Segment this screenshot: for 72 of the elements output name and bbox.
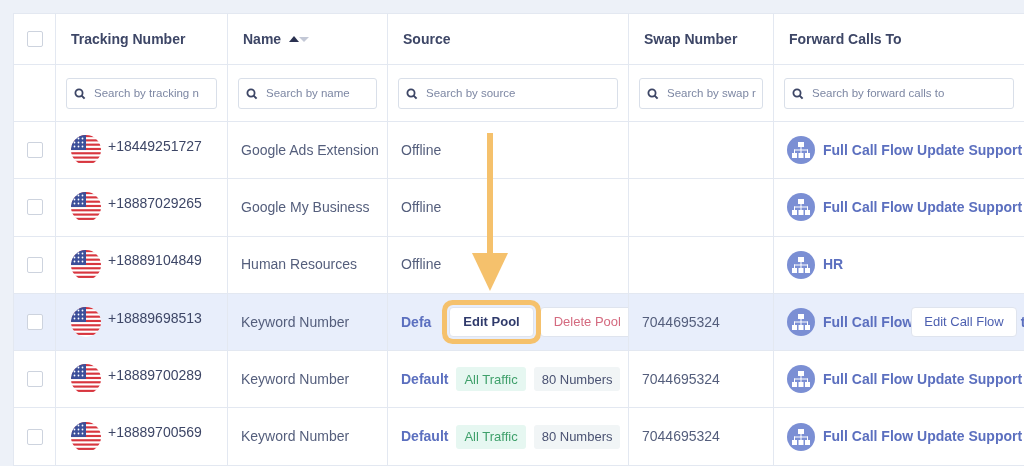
table-cell-text: Keyword Number xyxy=(241,427,350,447)
table-row[interactable]: +18887029265 Google My Business Offline Full Call Flow Update Support xyxy=(14,179,1024,237)
table-cell-text: +18889700569 xyxy=(108,423,202,443)
flowchart-icon xyxy=(787,250,815,279)
search-field[interactable]: Search by tracking n xyxy=(66,77,217,109)
table-cell-text: Human Resources xyxy=(241,255,357,275)
flowchart-icon xyxy=(787,365,815,394)
pool-link[interactable]: Defa xyxy=(401,311,432,333)
search-icon xyxy=(647,87,659,100)
call-flow-link[interactable]: HR xyxy=(823,254,844,276)
search-field[interactable]: Search by swap r xyxy=(639,77,763,109)
search-icon xyxy=(406,87,418,100)
table-row[interactable]: +18889700569 Keyword Number Default All Traffic 80 Numbers 7044695324 Full Call Flow Update Support xyxy=(14,408,1024,466)
table-cell-text: 7044695324 xyxy=(642,369,720,389)
search-field[interactable]: Search by source xyxy=(398,77,618,109)
table-row[interactable]: +18889700289 Keyword Number Default All Traffic 80 Numbers 7044695324 Full Call Flow Update Support xyxy=(14,351,1024,409)
column-header[interactable]: Forward Calls To xyxy=(789,28,902,50)
edit-call-flow-button[interactable]: Edit Call Flow xyxy=(911,307,1017,338)
table-row[interactable]: +18449251727 Google Ads Extension Offline Full Call Flow Update Support xyxy=(14,122,1024,180)
table-cell-text: +18889700289 xyxy=(108,365,202,385)
table-cell-text: Offline xyxy=(401,255,442,275)
button[interactable]: Delete Pool xyxy=(539,307,628,338)
table-cell-text: Offline xyxy=(401,197,442,217)
call-flow-link[interactable]: Full Call Flow Update Support xyxy=(823,139,1023,161)
tag: All Traffic xyxy=(456,424,526,449)
us-flag-icon xyxy=(71,249,101,280)
table-cell-text: +18887029265 xyxy=(108,193,202,213)
table-cell-text: Google Ads Extension xyxy=(241,140,379,160)
search-icon xyxy=(792,87,804,100)
table-cell-text: +18449251727 xyxy=(108,136,202,156)
table-cell-text: Keyword Number xyxy=(241,369,350,389)
column-header[interactable]: Swap Number xyxy=(644,28,738,50)
table-cell-text: Keyword Number xyxy=(241,312,350,332)
checkbox[interactable] xyxy=(26,314,43,331)
table-cell-text: +18889104849 xyxy=(108,251,202,271)
us-flag-icon xyxy=(71,192,101,223)
table-cell-text: Google My Business xyxy=(241,197,370,217)
table-cell-text: +18889698513 xyxy=(108,308,202,328)
table-cell-text: Offline xyxy=(401,140,442,160)
tag: 80 Numbers xyxy=(533,367,621,392)
flowchart-icon xyxy=(787,193,815,222)
pool-link[interactable]: Default xyxy=(401,368,449,390)
search-field[interactable]: Search by forward calls to xyxy=(784,77,1014,109)
tag: 80 Numbers xyxy=(533,424,621,449)
us-flag-icon xyxy=(71,421,101,452)
table-cell-text: 7044695324 xyxy=(642,312,720,332)
tag: All Traffic xyxy=(456,367,526,392)
table-cell-text: 7044695324 xyxy=(642,427,720,447)
table-row[interactable]: +18889104849 Human Resources Offline HR xyxy=(14,236,1024,294)
call-flow-link[interactable]: Full Call Flow Update Support xyxy=(823,426,1023,448)
flowchart-icon xyxy=(787,136,815,165)
checkbox[interactable] xyxy=(26,256,43,273)
column-header[interactable]: Tracking Number xyxy=(71,28,186,50)
checkbox[interactable] xyxy=(26,31,43,47)
checkbox[interactable] xyxy=(26,428,43,445)
column-header[interactable]: Source xyxy=(403,28,451,50)
checkbox[interactable] xyxy=(26,142,43,159)
us-flag-icon xyxy=(71,364,101,395)
checkbox[interactable] xyxy=(26,199,43,216)
checkbox[interactable] xyxy=(26,371,43,388)
sort-icon[interactable] xyxy=(289,35,310,43)
us-flag-icon xyxy=(71,135,101,166)
pool-link[interactable]: Default xyxy=(401,426,449,448)
column-header[interactable]: Name xyxy=(243,28,282,50)
search-field[interactable]: Search by name xyxy=(238,77,377,109)
search-icon xyxy=(246,87,258,100)
flowchart-icon xyxy=(787,308,815,337)
search-icon xyxy=(74,87,86,100)
call-flow-link[interactable]: Full Call Flow Update Support xyxy=(823,196,1023,218)
call-flow-link[interactable]: Full Call Flow Update Support xyxy=(823,368,1023,390)
us-flag-icon xyxy=(71,307,101,338)
flowchart-icon xyxy=(787,422,815,451)
